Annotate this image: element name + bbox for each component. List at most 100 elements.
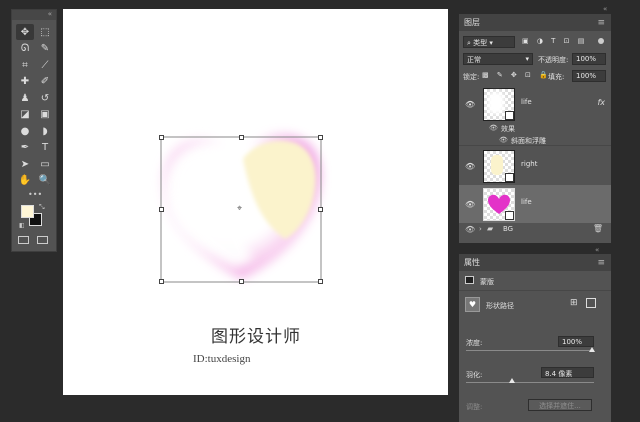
feather-slider-track[interactable]: [466, 382, 594, 383]
filter-label: 类型: [473, 39, 488, 47]
density-slider-track[interactable]: [466, 350, 594, 351]
fill-value: 100%: [576, 72, 597, 80]
fill-label: 填充:: [548, 73, 565, 81]
visibility-eye-icon[interactable]: 👁: [465, 200, 475, 209]
smart-object-icon: [505, 111, 514, 120]
transform-handle[interactable]: [318, 279, 323, 284]
tab-layers[interactable]: 图层: [464, 17, 480, 28]
folder-icon: ▰: [487, 224, 494, 233]
type-tool-icon[interactable]: T: [36, 140, 54, 156]
quick-select-tool-icon[interactable]: ✎: [36, 41, 54, 57]
filter-toggle[interactable]: [598, 38, 604, 44]
layer-name[interactable]: right: [521, 160, 537, 168]
density-value: 100%: [562, 338, 583, 346]
layer-name[interactable]: life: [521, 198, 532, 206]
move-tool-icon[interactable]: ✥: [16, 24, 34, 40]
opacity-field[interactable]: 100%: [572, 53, 606, 65]
foreground-color-swatch[interactable]: [21, 205, 34, 218]
layer-row[interactable]: 👁 life fx: [459, 85, 611, 124]
history-brush-tool-icon[interactable]: ↺: [36, 90, 54, 106]
group-name[interactable]: BG: [503, 225, 513, 233]
marquee-tool-icon[interactable]: ⬚: [36, 24, 54, 40]
healing-tool-icon[interactable]: ✚: [16, 74, 34, 90]
default-colors-icon[interactable]: ◧: [19, 222, 25, 229]
properties-panel-header: 属性 ≡: [459, 254, 611, 271]
path-select-tool-icon[interactable]: ➤: [16, 156, 34, 172]
shape-path-label: 形状路径: [486, 302, 514, 310]
layer-filter-dropdown[interactable]: ⌕ 类型 ▾: [463, 36, 515, 48]
shape-tool-icon[interactable]: ▭: [36, 156, 54, 172]
transform-handle[interactable]: [318, 135, 323, 140]
fx-icon[interactable]: fx: [597, 98, 605, 107]
layer-thumbnail: [483, 188, 515, 221]
pen-tool-icon[interactable]: ✒: [16, 140, 34, 156]
density-slider-handle[interactable]: [589, 347, 595, 352]
select-and-mask-label: 选择并遮住...: [539, 402, 581, 410]
transform-handle[interactable]: [239, 135, 244, 140]
add-mask-icon[interactable]: [586, 298, 596, 308]
blend-mode-value: 正常: [467, 56, 481, 64]
transform-handle[interactable]: [318, 207, 323, 212]
transform-center-icon[interactable]: ⌖: [237, 204, 242, 214]
layer-effect-item[interactable]: 👁 斜面和浮雕: [459, 134, 611, 146]
screen-mode-icon[interactable]: [37, 236, 48, 244]
zoom-tool-icon[interactable]: 🔍: [36, 173, 54, 189]
document-canvas[interactable]: ⌖ 图形设计师 ID:tuxdesign: [63, 9, 448, 395]
layer-thumbnail: [483, 150, 515, 183]
layer-row[interactable]: 👁 right: [459, 147, 611, 186]
panel-menu-icon[interactable]: ≡: [597, 18, 605, 28]
transform-handle[interactable]: [159, 279, 164, 284]
feather-slider-handle[interactable]: [509, 378, 515, 383]
layer-row-selected[interactable]: 👁 life: [459, 185, 611, 224]
visibility-eye-icon[interactable]: 👁: [465, 162, 475, 171]
vector-mask-thumbnail[interactable]: ♥: [465, 297, 480, 312]
crop-tool-icon[interactable]: ⌗: [16, 57, 34, 73]
select-mask-icon[interactable]: ⊞: [570, 298, 578, 308]
delete-layer-icon[interactable]: 🗑: [593, 224, 603, 233]
swap-colors-icon[interactable]: ⤡: [39, 203, 45, 212]
collapse-icon[interactable]: «: [48, 10, 52, 18]
smart-object-icon: [505, 211, 514, 220]
tools-panel: « ✥ ⬚ ᘏ ✎ ⌗ ⟋ ✚ ✐ ♟ ↺ ◪ ▣ ● ◗ ✒ T ➤ ▭ ✋ 🔍 ••• ⤡ ◧: [11, 9, 57, 252]
effects-eye-icon[interactable]: 👁: [489, 124, 498, 132]
eraser-tool-icon[interactable]: ◪: [16, 107, 34, 123]
expand-arrow-icon[interactable]: ›: [479, 225, 482, 233]
fill-field[interactable]: 100%: [572, 70, 606, 82]
lock-label: 锁定:: [463, 73, 480, 81]
transform-handle[interactable]: [239, 279, 244, 284]
tools-panel-grip[interactable]: «: [12, 10, 56, 20]
collapse-panel-icon[interactable]: «: [603, 5, 607, 13]
lasso-tool-icon[interactable]: ᘏ: [16, 41, 34, 57]
feather-field[interactable]: 8.4 像素: [541, 367, 594, 378]
divider: [459, 290, 611, 291]
search-icon: ⌕: [467, 39, 471, 47]
blend-mode-dropdown[interactable]: 正常 ▾: [463, 53, 533, 65]
opacity-label: 不透明度:: [538, 56, 569, 64]
gradient-tool-icon[interactable]: ▣: [36, 107, 54, 123]
stamp-tool-icon[interactable]: ♟: [16, 90, 34, 106]
effect-name: 斜面和浮雕: [511, 137, 546, 145]
brush-tool-icon[interactable]: ✐: [36, 74, 54, 90]
visibility-eye-icon[interactable]: 👁: [465, 100, 475, 109]
tab-properties[interactable]: 属性: [464, 257, 480, 268]
blur-tool-icon[interactable]: ●: [16, 123, 34, 139]
density-label: 浓度:: [466, 339, 483, 347]
eyedropper-tool-icon[interactable]: ⟋: [36, 57, 54, 73]
layer-name[interactable]: life: [521, 98, 532, 106]
hand-tool-icon[interactable]: ✋: [16, 173, 34, 189]
lock-icons[interactable]: ▩ ✎ ✥ ⊡ 🔒: [482, 71, 551, 79]
quick-mask-icon[interactable]: [18, 236, 29, 244]
transform-handle[interactable]: [159, 207, 164, 212]
more-tools-icon[interactable]: •••: [28, 190, 42, 199]
layer-group-row[interactable]: 👁 › ▰ BG 🗑: [459, 223, 611, 237]
dodge-tool-icon[interactable]: ◗: [36, 123, 54, 139]
layer-effects-row[interactable]: 👁 效果: [459, 123, 611, 134]
select-and-mask-button[interactable]: 选择并遮住...: [528, 399, 592, 411]
transform-handle[interactable]: [159, 135, 164, 140]
panel-menu-icon[interactable]: ≡: [597, 258, 605, 268]
collapse-panel-icon[interactable]: «: [595, 246, 599, 254]
visibility-eye-icon[interactable]: 👁: [465, 225, 475, 234]
effect-eye-icon[interactable]: 👁: [499, 136, 508, 144]
density-field[interactable]: 100%: [558, 336, 594, 347]
layer-filter-icons[interactable]: ▣ ◑ T ⊡ ▤: [522, 37, 587, 45]
